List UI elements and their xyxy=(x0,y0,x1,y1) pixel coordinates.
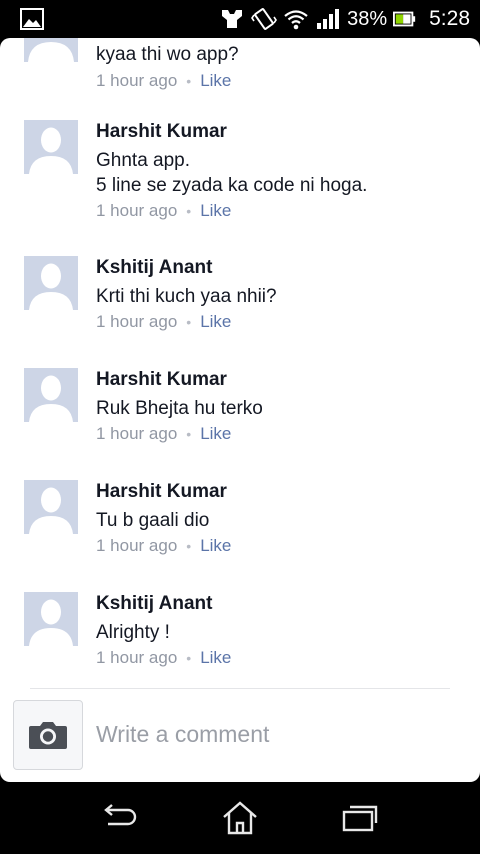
home-icon xyxy=(223,801,257,835)
comment-timestamp: 1 hour ago xyxy=(96,201,178,220)
default-profile-icon xyxy=(29,263,73,310)
comment-meta: 1 hour ago • Like xyxy=(96,200,460,222)
comment-text: Ruk Bhejta hu terko xyxy=(96,398,263,419)
separator-dot: • xyxy=(186,538,192,554)
vibrate-icon xyxy=(251,8,278,30)
comment-item: Kshitij Anant Alrighty ! 1 hour ago • Li… xyxy=(0,592,480,682)
separator-dot: • xyxy=(186,73,192,89)
back-button[interactable] xyxy=(100,798,140,838)
camera-button[interactable] xyxy=(13,700,83,770)
comment-text: kyaa thi wo app? xyxy=(96,44,239,65)
comment-timestamp: 1 hour ago xyxy=(96,536,178,555)
comment-author[interactable]: Kshitij Anant xyxy=(96,592,460,616)
navigation-bar xyxy=(0,782,480,854)
camera-icon xyxy=(29,722,67,749)
default-profile-icon xyxy=(29,375,73,422)
avatar[interactable] xyxy=(24,368,78,422)
comment-input[interactable] xyxy=(96,716,456,752)
default-profile-icon xyxy=(28,42,74,62)
default-profile-icon xyxy=(29,487,73,534)
status-icons: 38% 5:28 xyxy=(219,0,470,38)
comment-composer xyxy=(0,694,480,782)
default-profile-icon xyxy=(29,599,73,646)
comment-item: Harshit Kumar Ruk Bhejta hu terko 1 hour… xyxy=(0,368,480,458)
divider xyxy=(30,688,450,689)
avatar[interactable] xyxy=(24,256,78,310)
separator-dot: • xyxy=(186,650,192,666)
comment-meta: 1 hour ago • Like xyxy=(96,70,460,92)
home-button[interactable] xyxy=(220,798,260,838)
comment-text: Ghnta app. 5 line se zyada ka code ni ho… xyxy=(96,150,368,196)
signal-icon xyxy=(317,9,340,29)
recent-apps-button[interactable] xyxy=(340,798,380,838)
like-button[interactable]: Like xyxy=(200,423,231,445)
comment-timestamp: 1 hour ago xyxy=(96,71,178,90)
like-button[interactable]: Like xyxy=(200,200,231,222)
comment-meta: 1 hour ago • Like xyxy=(96,647,460,669)
avatar[interactable] xyxy=(24,38,78,62)
separator-dot: • xyxy=(186,314,192,330)
comment-timestamp: 1 hour ago xyxy=(96,424,178,443)
comment-text: Krti thi kuch yaa nhii? xyxy=(96,286,277,307)
battery-icon xyxy=(393,11,416,27)
comments-sheet: kyaa thi wo app? 1 hour ago • Like Harsh… xyxy=(0,38,480,782)
avatar[interactable] xyxy=(24,480,78,534)
gallery-icon xyxy=(20,8,44,30)
comment-timestamp: 1 hour ago xyxy=(96,312,178,331)
battery-percent: 38% xyxy=(347,7,388,30)
comment-author[interactable]: Harshit Kumar xyxy=(96,368,460,392)
avatar[interactable] xyxy=(24,592,78,646)
back-icon xyxy=(104,804,137,826)
comment-item: Harshit Kumar Ghnta app. 5 line se zyada… xyxy=(0,120,480,230)
separator-dot: • xyxy=(186,203,192,219)
media-icon xyxy=(222,10,243,28)
comment-text: Tu b gaali dio xyxy=(96,510,210,531)
comment-item: Harshit Kumar Tu b gaali dio 1 hour ago … xyxy=(0,480,480,570)
comment-item: Kshitij Anant Krti thi kuch yaa nhii? 1 … xyxy=(0,256,480,346)
wifi-icon xyxy=(284,10,308,30)
separator-dot: • xyxy=(186,426,192,442)
default-profile-icon xyxy=(29,127,73,174)
avatar[interactable] xyxy=(24,120,78,174)
recent-apps-icon xyxy=(342,805,378,832)
clock: 5:28 xyxy=(429,7,470,30)
comment-item: kyaa thi wo app? 1 hour ago • Like xyxy=(0,38,480,92)
comment-author[interactable]: Harshit Kumar xyxy=(96,120,460,144)
status-bar: 38% 5:28 xyxy=(0,0,480,38)
like-button[interactable]: Like xyxy=(200,70,231,92)
like-button[interactable]: Like xyxy=(200,311,231,333)
comment-meta: 1 hour ago • Like xyxy=(96,311,460,333)
comment-timestamp: 1 hour ago xyxy=(96,648,178,667)
like-button[interactable]: Like xyxy=(200,535,231,557)
comment-meta: 1 hour ago • Like xyxy=(96,423,460,445)
comment-meta: 1 hour ago • Like xyxy=(96,535,460,557)
comment-author[interactable]: Harshit Kumar xyxy=(96,480,460,504)
comment-author[interactable]: Kshitij Anant xyxy=(96,256,460,280)
comment-text: Alrighty ! xyxy=(96,622,170,643)
like-button[interactable]: Like xyxy=(200,647,231,669)
